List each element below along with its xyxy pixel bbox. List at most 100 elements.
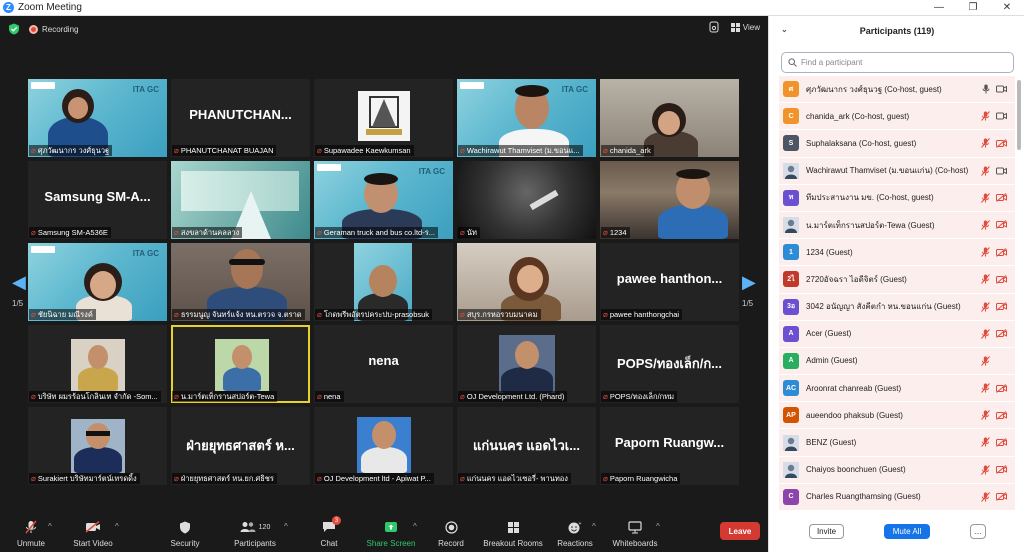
mic-muted-icon[interactable] (981, 383, 990, 395)
participant-row[interactable]: Wachirawut Thamviset (ม.ขอนแก่น) (Co-hos… (779, 157, 1015, 185)
camera-off-icon[interactable] (996, 247, 1007, 259)
video-tile[interactable]: ⌀ OJ Development Ltd. (Phard) (457, 325, 596, 403)
participant-row[interactable]: AP aueendoo phaksub (Guest) (779, 402, 1015, 430)
video-tile[interactable]: Samsung SM-A... ⌀ Samsung SM-A536E (28, 161, 167, 239)
video-tile[interactable]: ⌀ โกดพรีพอัตรปคระปบ-prasobsuk (314, 243, 453, 321)
invite-button[interactable]: Invite (809, 524, 844, 539)
collapse-chevron-icon[interactable]: ⌄ (781, 25, 788, 34)
unmute-button[interactable]: Unmute (14, 518, 48, 552)
mic-muted-icon[interactable] (981, 138, 990, 150)
video-tile[interactable]: POPS/ทองเล็ก/ก... ⌀ POPS/ทองเล็ก/กทม (600, 325, 739, 403)
participant-row[interactable]: AC Aroonrat chanreab (Guest) (779, 375, 1015, 403)
camera-off-icon[interactable] (996, 193, 1007, 204)
camera-off-icon[interactable] (996, 138, 1007, 150)
audio-connection-icon[interactable] (709, 21, 719, 33)
camera-off-icon[interactable] (996, 302, 1007, 313)
security-button[interactable]: Security (166, 518, 204, 552)
chat-button[interactable]: 3 Chat (315, 516, 343, 552)
mic-muted-icon[interactable] (981, 464, 990, 477)
participant-list-scrollbar[interactable] (1017, 80, 1021, 150)
video-tile[interactable]: ⌀ บริษัท ผมรร้อนโกลินเท จำกัด -Som... (28, 325, 167, 403)
participant-row[interactable]: ศ ศุภวัฒนากร วงศ์ธุนวฐ (Co-host, guest) (779, 76, 1015, 104)
video-tile[interactable]: ⌀ นัท (457, 161, 596, 239)
mic-muted-icon[interactable] (981, 165, 990, 178)
video-tile[interactable]: ITA GC ⌀ Geraman truck and bus co.ltd-ร..… (314, 161, 453, 239)
camera-off-icon[interactable] (996, 274, 1007, 286)
participant-row[interactable]: BENZ (Guest) (779, 429, 1015, 457)
encryption-shield-icon[interactable] (8, 23, 20, 35)
participant-row[interactable]: 2ไ 2720อัจฉรา ไอดีจิตร์ (Guest) (779, 266, 1015, 294)
audio-options-caret-icon[interactable]: ^ (48, 522, 52, 531)
mic-muted-icon[interactable] (981, 410, 990, 422)
participants-options-caret-icon[interactable]: ^ (284, 522, 288, 531)
mute-all-button[interactable]: Mute All (884, 524, 930, 539)
participant-row[interactable]: ท ทีมประสานงาน มข. (Co-host, guest) (779, 184, 1015, 212)
camera-off-icon[interactable] (996, 220, 1007, 231)
video-tile[interactable]: PHANUTCHAN... ⌀ PHANUTCHANAT BUAJAN (171, 79, 310, 157)
view-button[interactable]: View (730, 22, 760, 32)
camera-on-icon[interactable] (996, 85, 1007, 95)
share-screen-button[interactable]: Share Screen (366, 518, 416, 552)
video-tile[interactable]: แก่นนคร แอดไวเ... ⌀ แก่นนคร แอดไวเซอรี่- … (457, 407, 596, 485)
more-options-button[interactable]: ... (970, 524, 986, 539)
breakout-rooms-button[interactable]: Breakout Rooms (482, 518, 544, 552)
camera-on-icon[interactable] (996, 167, 1007, 177)
leave-button[interactable]: Leave (720, 522, 760, 540)
video-tile[interactable]: ⌀ Surakiert บริษัทมาร์ตน์เทรดดิ้ง (28, 407, 167, 485)
camera-off-icon[interactable] (996, 465, 1007, 476)
whiteboards-button[interactable]: Whiteboards (610, 518, 660, 552)
participant-row[interactable]: 3อ 3042 อนัญญา สังคีตกำ หน.ขอนแก่น (Guest… (779, 293, 1015, 321)
mic-muted-icon[interactable] (981, 328, 990, 341)
maximize-button[interactable]: ❐ (956, 0, 990, 16)
video-tile[interactable]: ITA GC ⌀ ชัยนิฉาย มณีรงค์ (28, 243, 167, 321)
video-tile[interactable]: ITA GC ⌀ ศุภวัฒนากร วงศ์ธุนวฐ (28, 79, 167, 157)
participant-row[interactable]: C Charles Ruangthamsing (Guest) (779, 483, 1015, 511)
camera-off-icon[interactable] (996, 383, 1007, 395)
video-tile[interactable]: ⌀ OJ Development ltd - Apiwat P... (314, 407, 453, 485)
participant-row[interactable]: A Admin (Guest) (779, 347, 1015, 376)
mic-muted-icon[interactable] (981, 301, 990, 314)
search-input[interactable] (801, 58, 1001, 67)
video-tile[interactable]: nena ⌀ nena (314, 325, 453, 403)
mic-muted-icon[interactable] (981, 437, 990, 449)
participants-button[interactable]: 120 Participants (232, 518, 278, 552)
mic-muted-icon[interactable] (981, 491, 990, 504)
participant-row[interactable]: 1 1234 (Guest) (779, 239, 1015, 267)
video-tile[interactable]: ⌀ ธรรมนูญ จันทร์แจ้ง หน.ตรวจ จ.ตราด (171, 243, 310, 321)
video-tile[interactable]: ITA GC ⌀ Wachirawut Thamviset (ม.ขอนแ... (457, 79, 596, 157)
video-tile[interactable]: ⌀ Supawadee Kaewkumsan (314, 79, 453, 157)
reactions-button[interactable]: + Reactions (556, 518, 594, 552)
mic-on-icon[interactable] (982, 84, 990, 96)
participant-row[interactable]: A Acer (Guest) (779, 320, 1015, 348)
whiteboards-options-caret-icon[interactable]: ^ (656, 522, 660, 531)
video-tile[interactable]: ⌀ สบุร.กรหอรวบมนาคม (457, 243, 596, 321)
camera-off-icon[interactable] (996, 438, 1007, 449)
reactions-options-caret-icon[interactable]: ^ (592, 522, 596, 531)
camera-off-icon[interactable] (996, 492, 1007, 503)
close-button[interactable]: ✕ (990, 0, 1024, 16)
start-video-button[interactable]: Start Video (70, 518, 116, 552)
video-tile[interactable]: ⌀ สงขลาด้านคลลาง (171, 161, 310, 239)
participant-row[interactable]: Cchanida_ark (Co-host, guest) (779, 103, 1015, 131)
previous-page-arrow-icon[interactable]: ◀ (12, 272, 26, 293)
mic-muted-icon[interactable] (981, 274, 990, 286)
mic-muted-icon[interactable] (981, 220, 990, 232)
camera-on-icon[interactable] (996, 112, 1007, 122)
minimize-button[interactable]: — (922, 0, 956, 16)
participant-row[interactable]: Chaiyos boonchuen (Guest) (779, 456, 1015, 484)
participant-row[interactable]: S Suphalaksana (Co-host, guest) (779, 130, 1015, 158)
next-page-arrow-icon[interactable]: ▶ (742, 272, 756, 293)
video-tile[interactable]: ฝ่ายยุทธศาสตร์ ห... ⌀ ฝ่ายยุทธศาสตร์ หน.ย… (171, 407, 310, 485)
participant-row[interactable]: น.มาร์ตเท็กรานสปอร์ต-Tewa (Guest) (779, 211, 1015, 240)
mic-muted-icon[interactable] (981, 192, 990, 205)
video-options-caret-icon[interactable]: ^ (115, 522, 119, 531)
record-button[interactable]: Record (436, 518, 466, 552)
video-tile-active-speaker[interactable]: ⌀ น.มาร์ตเท็กรานสปอร์ต-Tewa (171, 325, 310, 403)
video-tile[interactable]: ⌀ chanida_ark (600, 79, 739, 157)
mic-muted-icon[interactable] (981, 356, 990, 368)
mic-muted-icon[interactable] (981, 111, 990, 123)
video-tile[interactable]: Paporn Ruangw... ⌀ Paporn Ruangwicha (600, 407, 739, 485)
participant-search-box[interactable] (781, 52, 1014, 73)
mic-muted-icon[interactable] (981, 247, 990, 259)
share-options-caret-icon[interactable]: ^ (413, 522, 417, 531)
